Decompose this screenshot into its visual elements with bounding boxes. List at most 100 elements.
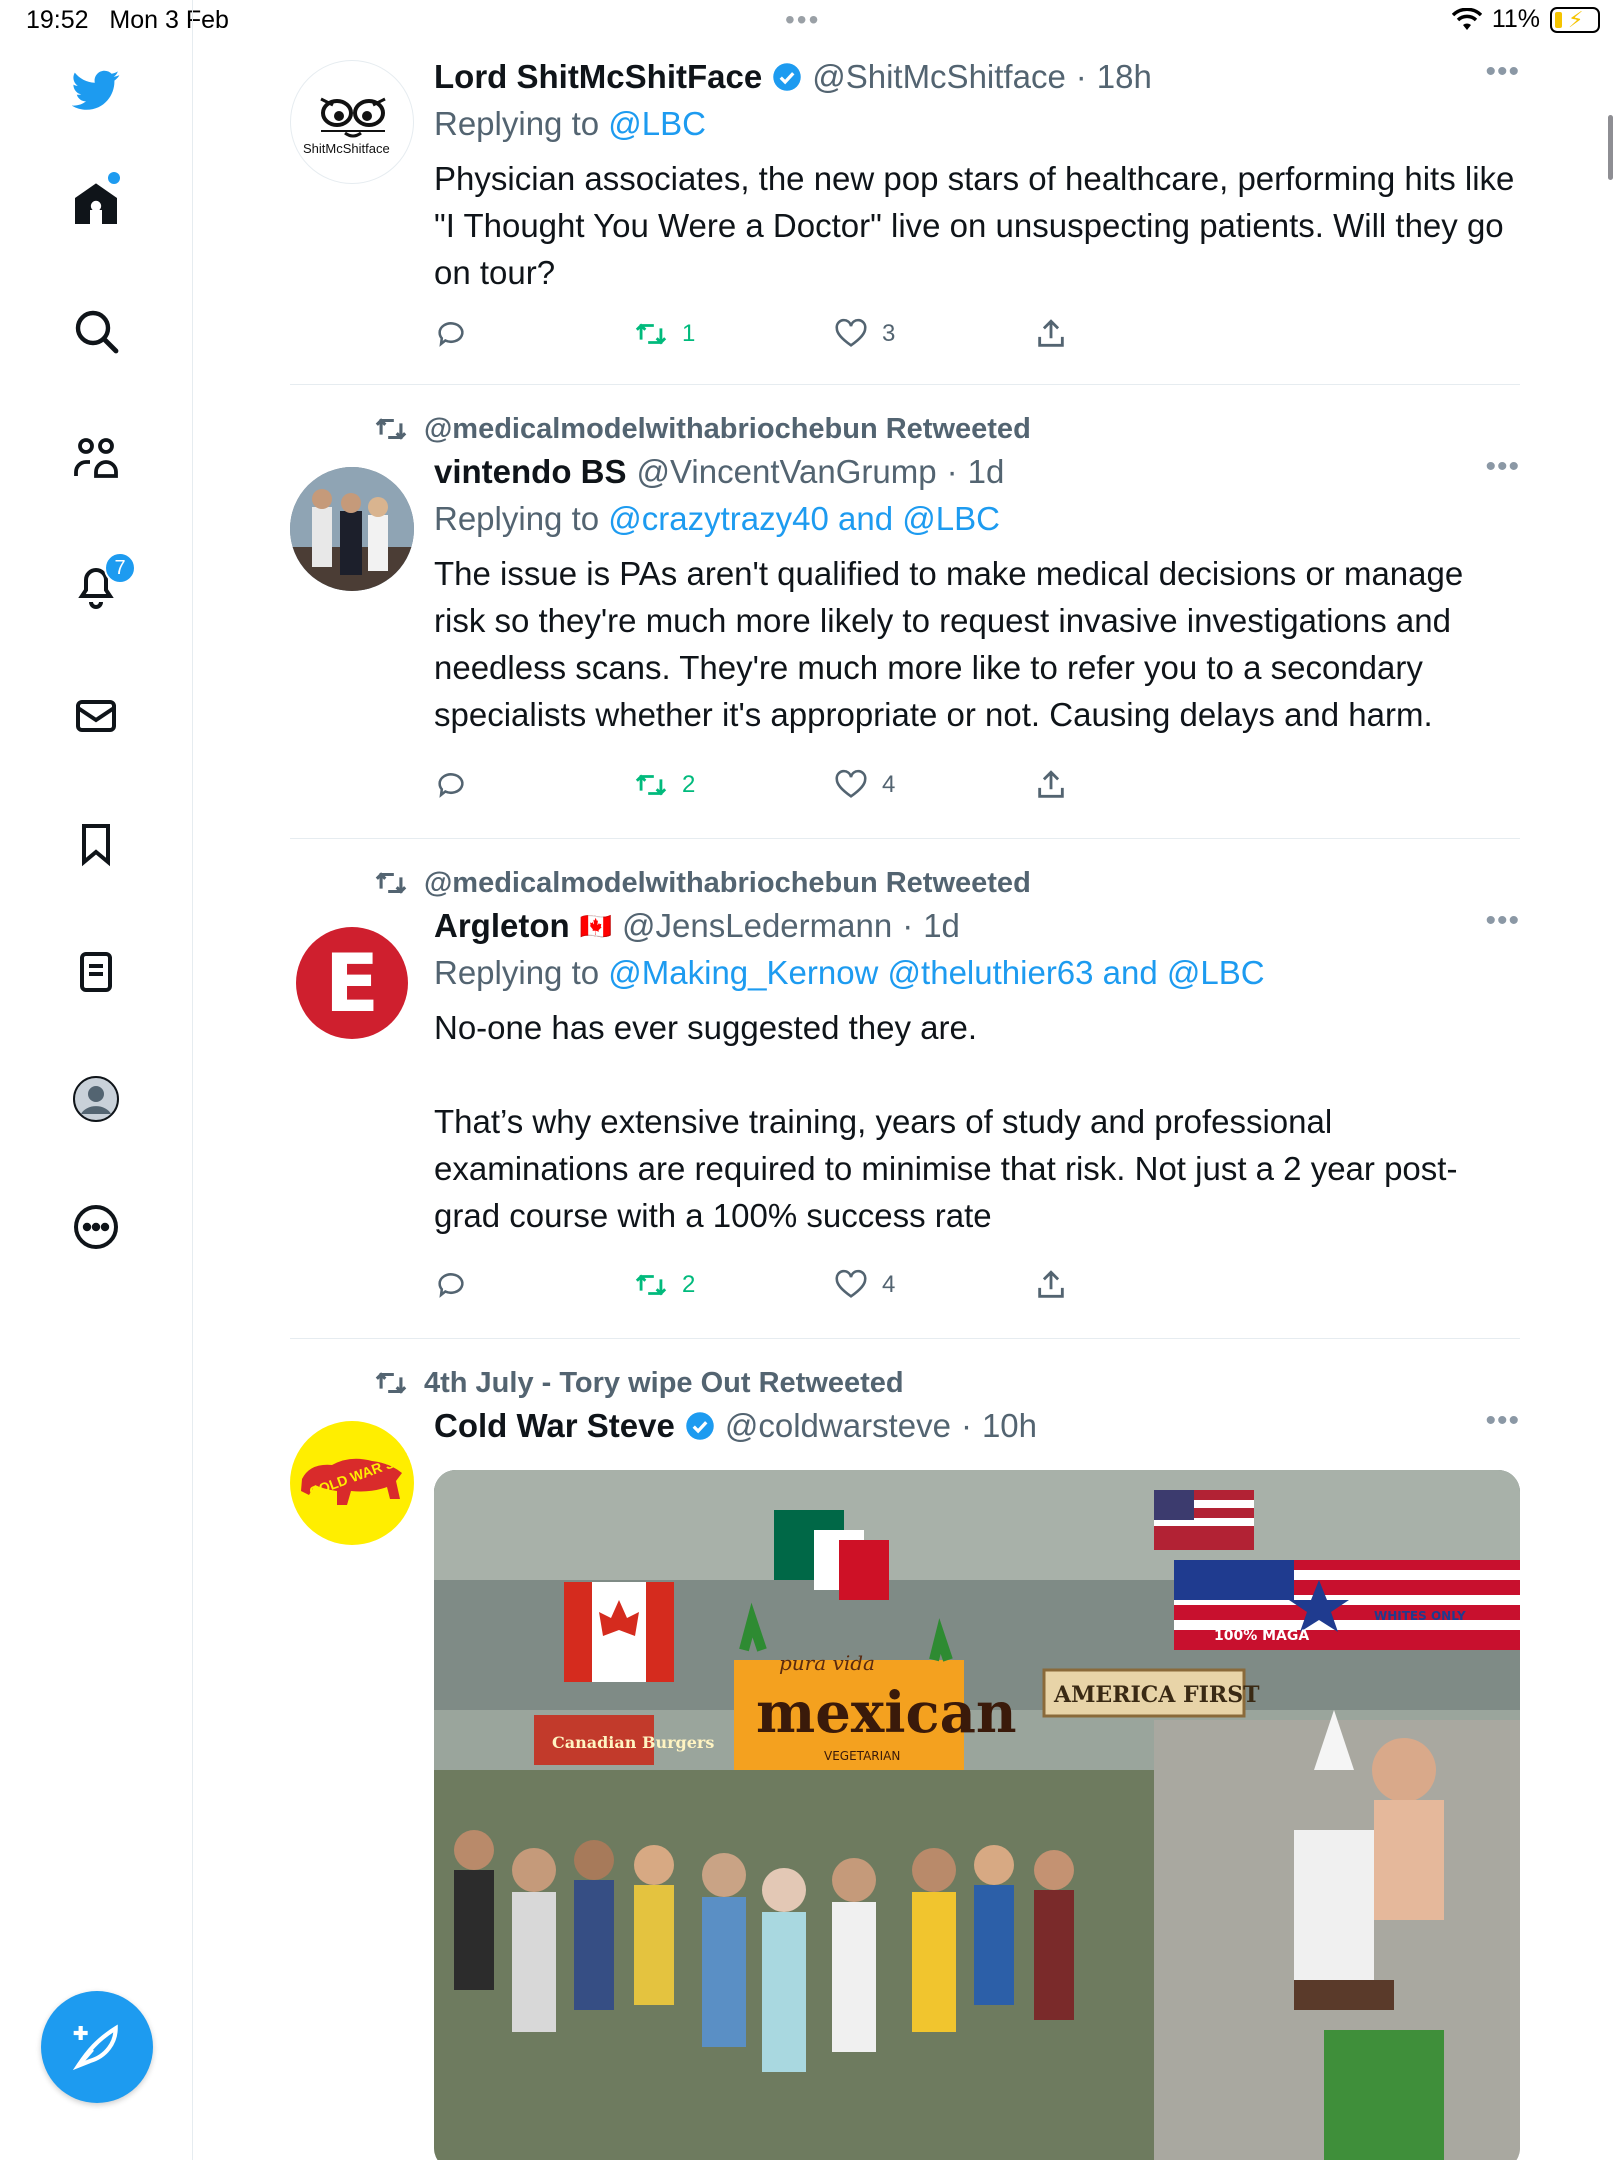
- twitter-logo-icon[interactable]: [60, 54, 132, 126]
- retweet-count: 2: [682, 771, 696, 798]
- avatar[interactable]: ShitMcShitface: [290, 60, 414, 184]
- like-count: 4: [882, 771, 896, 798]
- retweet-icon: [635, 1274, 667, 1296]
- author-handle[interactable]: @JensLedermann: [622, 907, 892, 945]
- reply-icon: [438, 773, 464, 798]
- flag-canada: 🇨🇦: [579, 910, 613, 942]
- share-button[interactable]: [1034, 1268, 1068, 1302]
- avatar-text: ShitMcShitface: [303, 141, 390, 156]
- more-options-icon[interactable]: •••: [1485, 904, 1520, 938]
- like-button[interactable]: 4: [834, 768, 895, 802]
- more-options-icon[interactable]: •••: [1485, 450, 1520, 484]
- reply-button[interactable]: [434, 317, 468, 351]
- tweet-body: Lord ShitMcShitFace @ShitMcShitface · 18…: [434, 55, 1520, 347]
- sign-whites-only: WHITES ONLY: [1374, 1609, 1466, 1623]
- tweet-text-paragraph: Physician associates, the new pop stars …: [434, 160, 1515, 291]
- tweet-body: Cold War Steve @coldwarsteve · 10h •••: [434, 1404, 1520, 1448]
- compose-tweet-button[interactable]: [41, 1991, 153, 2103]
- home-icon[interactable]: [60, 168, 132, 240]
- author-name[interactable]: vintendo BS: [434, 453, 627, 491]
- tweet-time[interactable]: 1d: [923, 907, 960, 945]
- search-icon[interactable]: [60, 295, 132, 367]
- avatar[interactable]: COLD WAR STEVE: [290, 1421, 414, 1545]
- tweet[interactable]: 4th July - Tory wipe Out Retweeted COLD …: [290, 1366, 1520, 2160]
- more-options-icon[interactable]: •••: [1485, 1404, 1520, 1438]
- battery-percent: 11%: [1491, 5, 1540, 33]
- author-name[interactable]: Argleton: [434, 907, 570, 945]
- author-handle[interactable]: @VincentVanGrump: [637, 453, 937, 491]
- reply-mention-link[interactable]: @LBC: [608, 105, 706, 142]
- retweet-button[interactable]: 2: [634, 768, 695, 802]
- replying-to: Replying to @crazytrazy40 and @LBC: [434, 500, 1520, 538]
- reply-button[interactable]: [434, 1268, 468, 1302]
- messages-icon[interactable]: [60, 680, 132, 752]
- like-button[interactable]: 4: [834, 1268, 895, 1302]
- replying-prefix: Replying to: [434, 500, 609, 537]
- profile-icon[interactable]: [60, 1063, 132, 1135]
- battery-icon: ⚡: [1550, 6, 1600, 33]
- tweet-time[interactable]: 10h: [982, 1407, 1037, 1445]
- separator-dot: ·: [902, 907, 914, 944]
- share-button[interactable]: [1034, 317, 1068, 351]
- replying-prefix: Replying to: [434, 105, 609, 142]
- reply-icon: [438, 322, 464, 347]
- tweet-text: Physician associates, the new pop stars …: [434, 155, 1520, 296]
- author-name[interactable]: Cold War Steve: [434, 1407, 675, 1445]
- retweet-button[interactable]: 2: [634, 1268, 695, 1302]
- status-bar: 19:52 Mon 3 Feb ••• 11% ⚡: [0, 0, 1620, 40]
- verified-badge-icon: [686, 1412, 714, 1440]
- reply-mention-link[interactable]: @Making_Kernow @theluthier63 and @LBC: [608, 954, 1264, 991]
- tweet-time[interactable]: 18h: [1097, 58, 1152, 96]
- replying-to: Replying to @Making_Kernow @theluthier63…: [434, 954, 1520, 992]
- separator-dot: ·: [1075, 58, 1087, 95]
- reply-button[interactable]: [434, 768, 468, 802]
- tweet-divider: [290, 384, 1520, 385]
- notifications-badge: 7: [104, 552, 136, 584]
- share-button[interactable]: [1034, 768, 1068, 802]
- avatar[interactable]: E: [290, 921, 414, 1045]
- retweet-button[interactable]: 1: [634, 317, 695, 351]
- tweet[interactable]: @medicalmodelwithabriochebun Retweeted E…: [290, 866, 1520, 1326]
- avatar[interactable]: [290, 467, 414, 591]
- wifi-icon: [1451, 7, 1482, 30]
- feather-plus-icon: [72, 2024, 118, 2071]
- sidebar: 7: [0, 0, 193, 2160]
- tweet-text-paragraph: The issue is PAs aren't qualified to mak…: [434, 555, 1464, 733]
- multitasking-dots-icon[interactable]: •••: [785, 4, 820, 36]
- author-handle[interactable]: @coldwarsteve: [725, 1407, 951, 1445]
- tweet-divider: [290, 838, 1520, 839]
- author-handle[interactable]: @ShitMcShitface: [812, 58, 1066, 96]
- replying-prefix: Replying to: [434, 954, 609, 991]
- tweet-time[interactable]: 1d: [968, 453, 1005, 491]
- separator-dot: ·: [960, 1407, 972, 1444]
- reply-icon: [438, 1273, 464, 1298]
- sign-burgers: Canadian Burgers: [552, 1733, 714, 1752]
- share-icon: [1038, 319, 1064, 347]
- tweet-actions: 2 4: [434, 768, 1134, 808]
- scrollbar[interactable]: [1608, 115, 1613, 180]
- tweet[interactable]: @medicalmodelwithabriochebun Retweeted v…: [290, 412, 1520, 832]
- tweet-text: The issue is PAs aren't qualified to mak…: [434, 550, 1520, 738]
- verified-badge-icon: [773, 63, 801, 91]
- more-icon[interactable]: [60, 1191, 132, 1263]
- like-count: 3: [882, 320, 896, 347]
- share-icon: [1038, 770, 1064, 798]
- collage-image: pura vida mexican VEGETARIAN Canadian Bu…: [434, 1470, 1520, 2160]
- communities-icon[interactable]: [60, 422, 132, 494]
- retweet-context: 4th July - Tory wipe Out Retweeted: [374, 1366, 904, 1400]
- retweeted-by[interactable]: 4th July - Tory wipe Out Retweeted: [424, 1367, 904, 1400]
- lists-icon[interactable]: [60, 936, 132, 1008]
- reply-mention-link[interactable]: @crazytrazy40 and @LBC: [608, 500, 1000, 537]
- author-name[interactable]: Lord ShitMcShitFace: [434, 58, 762, 96]
- tweet[interactable]: ShitMcShitface Lord ShitMcShitFace @Shit…: [290, 55, 1520, 385]
- tweet-image[interactable]: pura vida mexican VEGETARIAN Canadian Bu…: [434, 1470, 1520, 2160]
- separator-dot: ·: [946, 453, 958, 490]
- retweeted-by[interactable]: @medicalmodelwithabriochebun Retweeted: [424, 867, 1031, 900]
- retweeted-by[interactable]: @medicalmodelwithabriochebun Retweeted: [424, 413, 1031, 446]
- bookmarks-icon[interactable]: [60, 808, 132, 880]
- home-unread-dot: [108, 172, 120, 184]
- share-icon: [1038, 1270, 1064, 1298]
- more-options-icon[interactable]: •••: [1485, 55, 1520, 89]
- tweet-body: Argleton 🇨🇦 @JensLedermann · 1d ••• Repl…: [434, 904, 1520, 1298]
- like-button[interactable]: 3: [834, 317, 895, 351]
